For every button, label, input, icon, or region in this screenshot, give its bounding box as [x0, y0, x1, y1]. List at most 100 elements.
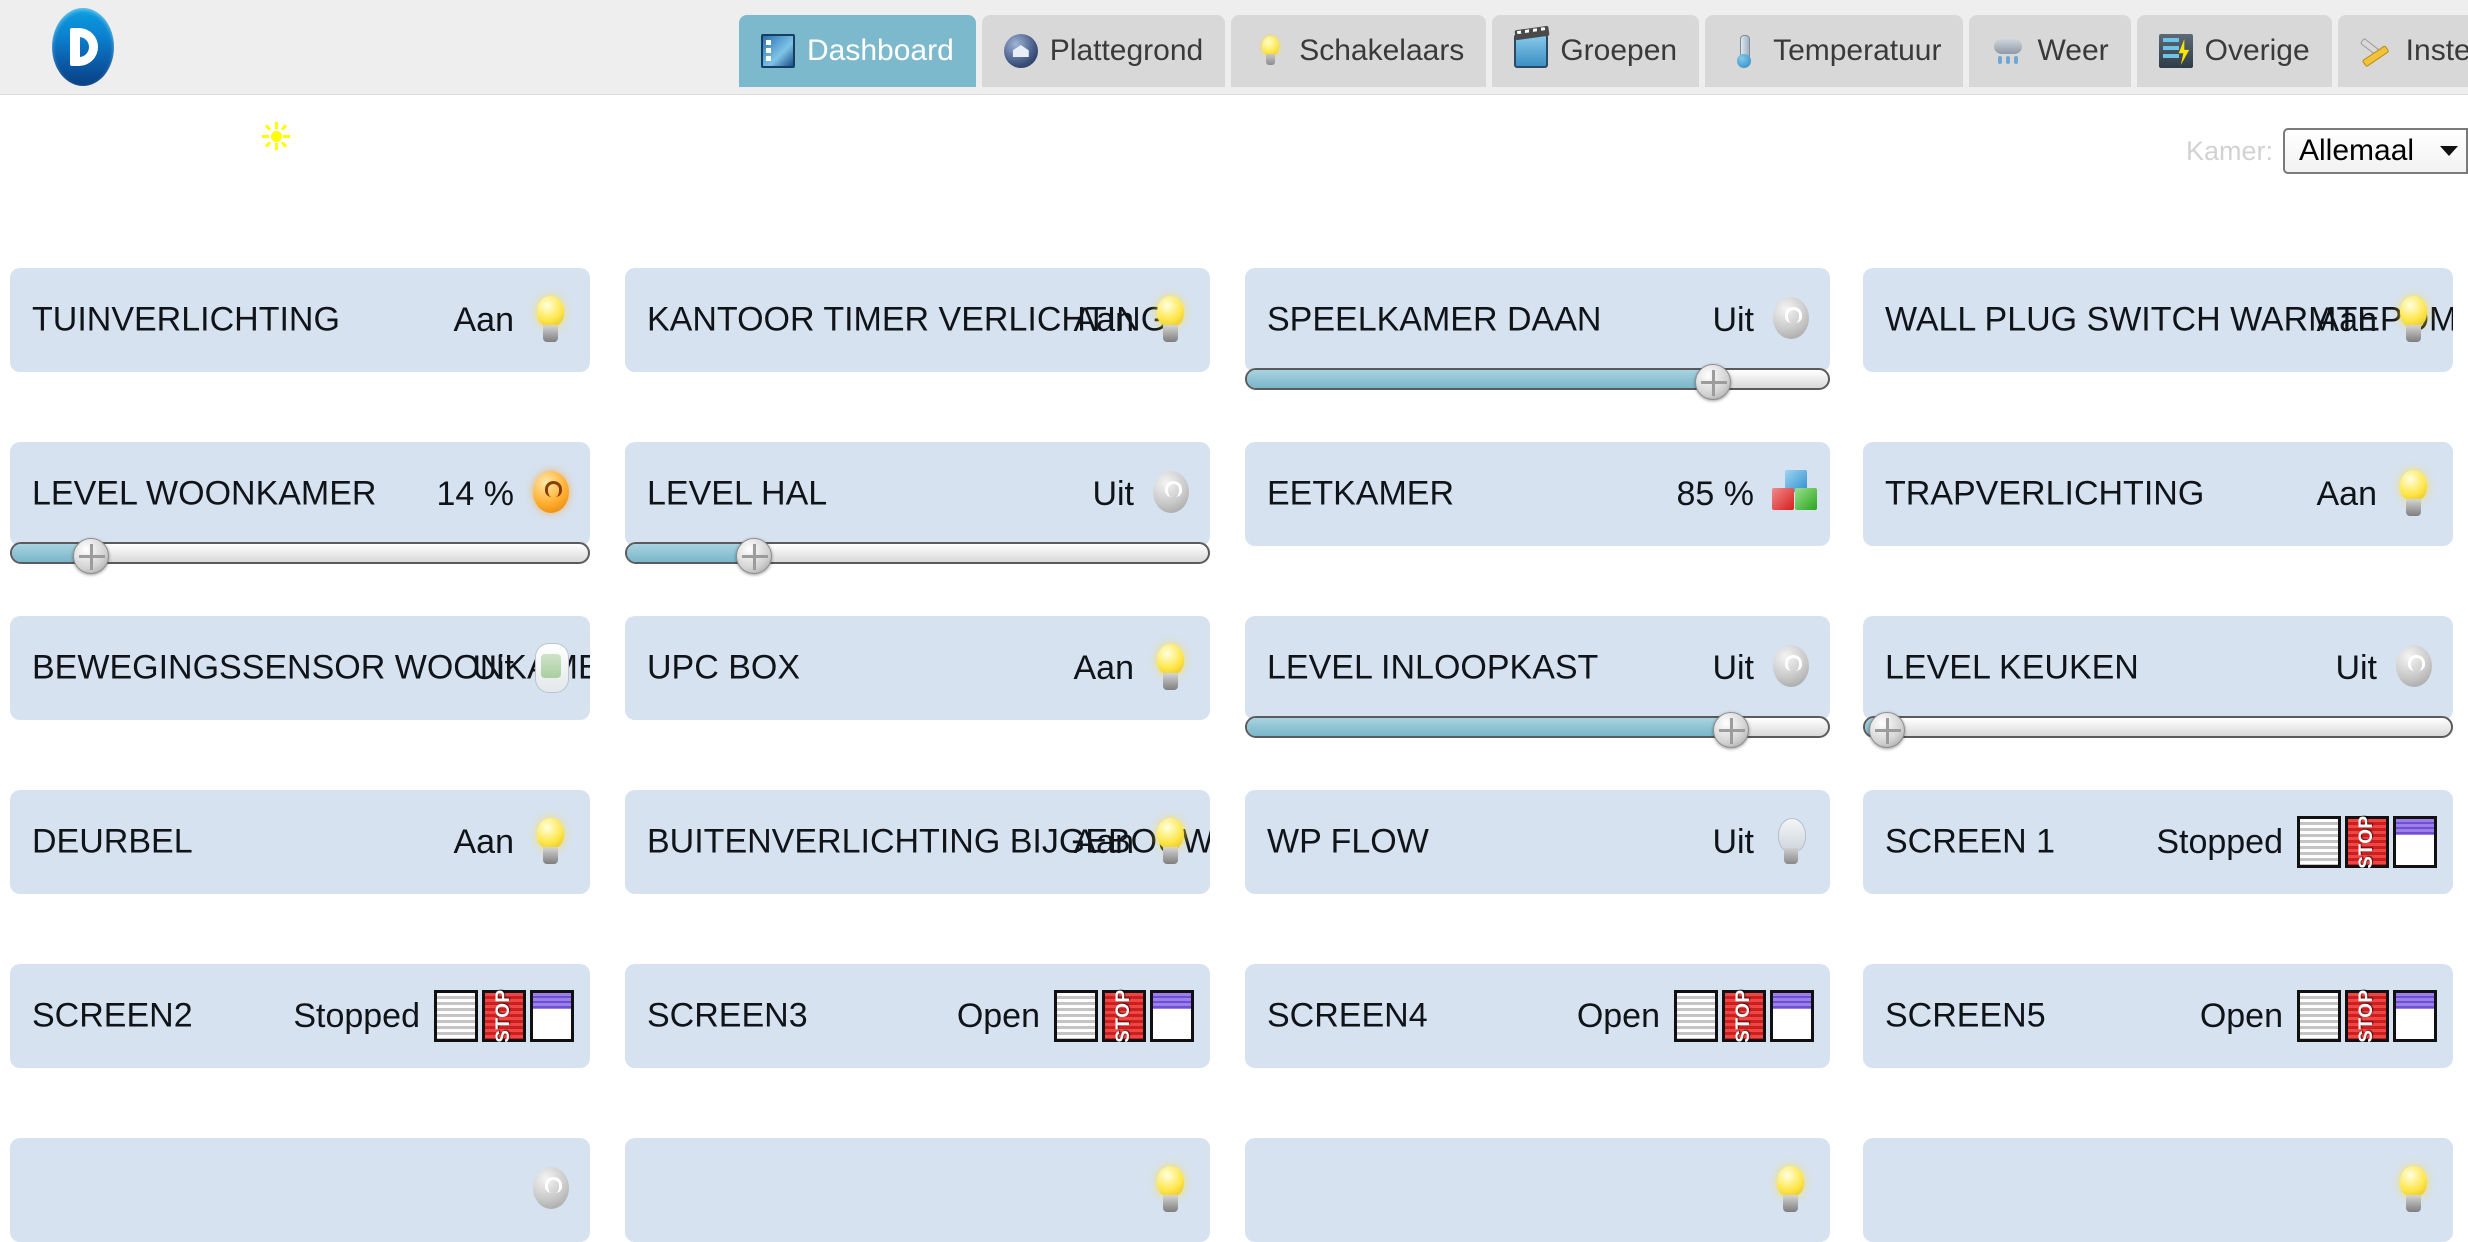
- tab-schakelaars[interactable]: Schakelaars: [1231, 15, 1487, 87]
- device-cell: TRAPVERLICHTING Aan: [1863, 442, 2453, 546]
- device-cell: [1245, 1138, 1830, 1242]
- blind-stop-button[interactable]: STOP: [2345, 989, 2389, 1043]
- lightbulb-on-icon: [1768, 1164, 1814, 1216]
- slider-handle[interactable]: [735, 538, 772, 574]
- device-state: Aan: [1073, 822, 1135, 861]
- slider-handle[interactable]: [1712, 712, 1749, 748]
- device-card[interactable]: TRAPVERLICHTING Aan: [1863, 442, 2453, 546]
- device-name: LEVEL WOONKAMER: [32, 474, 377, 513]
- device-status-area: Uit: [1712, 642, 1814, 694]
- device-card[interactable]: [1863, 1138, 2453, 1242]
- slider-track[interactable]: [1863, 716, 2453, 738]
- domoticz-logo[interactable]: [52, 8, 114, 86]
- blind-stop-button[interactable]: STOP: [1722, 989, 1766, 1043]
- blind-controls: STOP: [434, 989, 574, 1043]
- device-cell: KANTOOR TIMER VERLICHTING Aan: [625, 268, 1210, 372]
- device-card[interactable]: WALL PLUG SWITCH WARMTEPOMP Aan: [1863, 268, 2453, 372]
- device-status-area: Aan: [454, 816, 575, 868]
- dimmer-slider[interactable]: [10, 538, 590, 574]
- slider-handle[interactable]: [1695, 364, 1731, 400]
- blind-close-button[interactable]: [1674, 990, 1718, 1042]
- blind-open-button[interactable]: [2393, 990, 2437, 1042]
- device-name: UPC BOX: [647, 648, 801, 687]
- device-state: Open: [1576, 996, 1660, 1035]
- device-card[interactable]: SCREEN2 Stopped STOP: [10, 964, 590, 1068]
- device-card[interactable]: SCREEN5 Open STOP: [1863, 964, 2453, 1068]
- blind-open-button[interactable]: [1150, 990, 1194, 1042]
- device-status-area: Open STOP: [1576, 989, 1814, 1043]
- device-card[interactable]: LEVEL WOONKAMER 14 %: [10, 442, 590, 546]
- slider-handle[interactable]: [1868, 712, 1905, 748]
- device-card[interactable]: SPEELKAMER DAAN Uit: [1245, 268, 1830, 372]
- slider-track[interactable]: [625, 542, 1210, 564]
- device-card[interactable]: DEURBEL Aan: [10, 790, 590, 894]
- device-card[interactable]: SCREEN4 Open STOP: [1245, 964, 1830, 1068]
- tools-icon: [2360, 34, 2394, 68]
- device-card[interactable]: BEWEGINGSSENSOR WOONKAMER Uit: [10, 616, 590, 720]
- device-card[interactable]: WP FLOW Uit: [1245, 790, 1830, 894]
- device-card[interactable]: SCREEN 1 Stopped STOP: [1863, 790, 2453, 894]
- device-card[interactable]: [1245, 1138, 1830, 1242]
- tab-dashboard[interactable]: Dashboard: [739, 15, 976, 87]
- blind-open-button[interactable]: [2393, 816, 2437, 868]
- device-state: Aan: [453, 822, 515, 861]
- device-cell: LEVEL HAL Uit: [625, 442, 1210, 574]
- device-status-area: Uit: [1712, 294, 1814, 346]
- device-status-area: [1754, 1164, 1814, 1216]
- tab-overige[interactable]: Overige: [2136, 15, 2332, 87]
- slider-handle[interactable]: [73, 538, 110, 574]
- device-card[interactable]: TUINVERLICHTING Aan: [10, 268, 590, 372]
- tab-temperatuur[interactable]: Temperatuur: [1705, 15, 1964, 87]
- slider-track[interactable]: [1245, 368, 1830, 390]
- blind-open-button[interactable]: [1770, 990, 1814, 1042]
- lightbulb-off-icon: [1148, 468, 1194, 520]
- tab-groepen[interactable]: Groepen: [1492, 15, 1700, 87]
- tab-label: Overige: [2204, 34, 2310, 67]
- dimmer-slider[interactable]: [1245, 364, 1830, 400]
- tab-instellingen[interactable]: Instellingen: [2337, 15, 2468, 87]
- blind-controls: STOP: [1674, 989, 1814, 1043]
- blind-close-button[interactable]: [2297, 990, 2341, 1042]
- device-status-area: Uit: [1712, 816, 1814, 868]
- rain-cloud-icon: [1991, 34, 2025, 68]
- device-cell: SCREEN 1 Stopped STOP: [1863, 790, 2453, 894]
- device-name: EETKAMER: [1267, 474, 1455, 513]
- blind-close-button[interactable]: [434, 990, 478, 1042]
- device-card[interactable]: LEVEL KEUKEN Uit: [1863, 616, 2453, 720]
- device-status-area: 85 %: [1677, 468, 1817, 520]
- dashboard-icon: [761, 34, 795, 68]
- tab-label: Instellingen: [2405, 34, 2468, 67]
- device-card[interactable]: [625, 1138, 1210, 1242]
- tab-label: Plattegrond: [1049, 34, 1204, 67]
- device-card[interactable]: UPC BOX Aan: [625, 616, 1210, 720]
- blind-open-button[interactable]: [530, 990, 574, 1042]
- device-card[interactable]: LEVEL HAL Uit: [625, 442, 1210, 546]
- blind-close-button[interactable]: [2297, 816, 2341, 868]
- blind-close-button[interactable]: [1054, 990, 1098, 1042]
- blind-stop-button[interactable]: STOP: [2345, 815, 2389, 869]
- server-bolt-icon: [2158, 34, 2193, 68]
- blind-stop-button[interactable]: STOP: [482, 989, 526, 1043]
- device-card[interactable]: SCREEN3 Open STOP: [625, 964, 1210, 1068]
- device-state: Uit: [1712, 300, 1754, 339]
- blind-stop-button[interactable]: STOP: [1102, 989, 1146, 1043]
- blind-controls: STOP: [2297, 815, 2437, 869]
- device-card[interactable]: BUITENVERLICHTING BIJGEBOUW Aan: [625, 790, 1210, 894]
- tab-plattegrond[interactable]: Plattegrond: [981, 15, 1226, 87]
- lightbulb-on-icon: [528, 294, 574, 346]
- device-status-area: Aan: [2317, 294, 2438, 346]
- dimmer-slider[interactable]: [1863, 712, 2453, 748]
- dimmer-slider[interactable]: [1245, 712, 1830, 748]
- device-card[interactable]: LEVEL INLOOPKAST Uit: [1245, 616, 1830, 720]
- device-state: Stopped: [293, 996, 420, 1035]
- movie-clap-icon: [1514, 34, 1549, 68]
- device-cell: SCREEN5 Open STOP: [1863, 964, 2453, 1068]
- device-status-area: Uit: [472, 642, 574, 694]
- device-card[interactable]: KANTOOR TIMER VERLICHTING Aan: [625, 268, 1210, 372]
- device-card[interactable]: EETKAMER 85 %: [1245, 442, 1830, 546]
- device-card[interactable]: [10, 1138, 590, 1242]
- tab-weer[interactable]: Weer: [1969, 15, 2131, 87]
- dimmer-slider[interactable]: [625, 538, 1210, 574]
- device-state: Uit: [1712, 648, 1754, 687]
- room-filter-select[interactable]: Allemaal: [2283, 128, 2468, 174]
